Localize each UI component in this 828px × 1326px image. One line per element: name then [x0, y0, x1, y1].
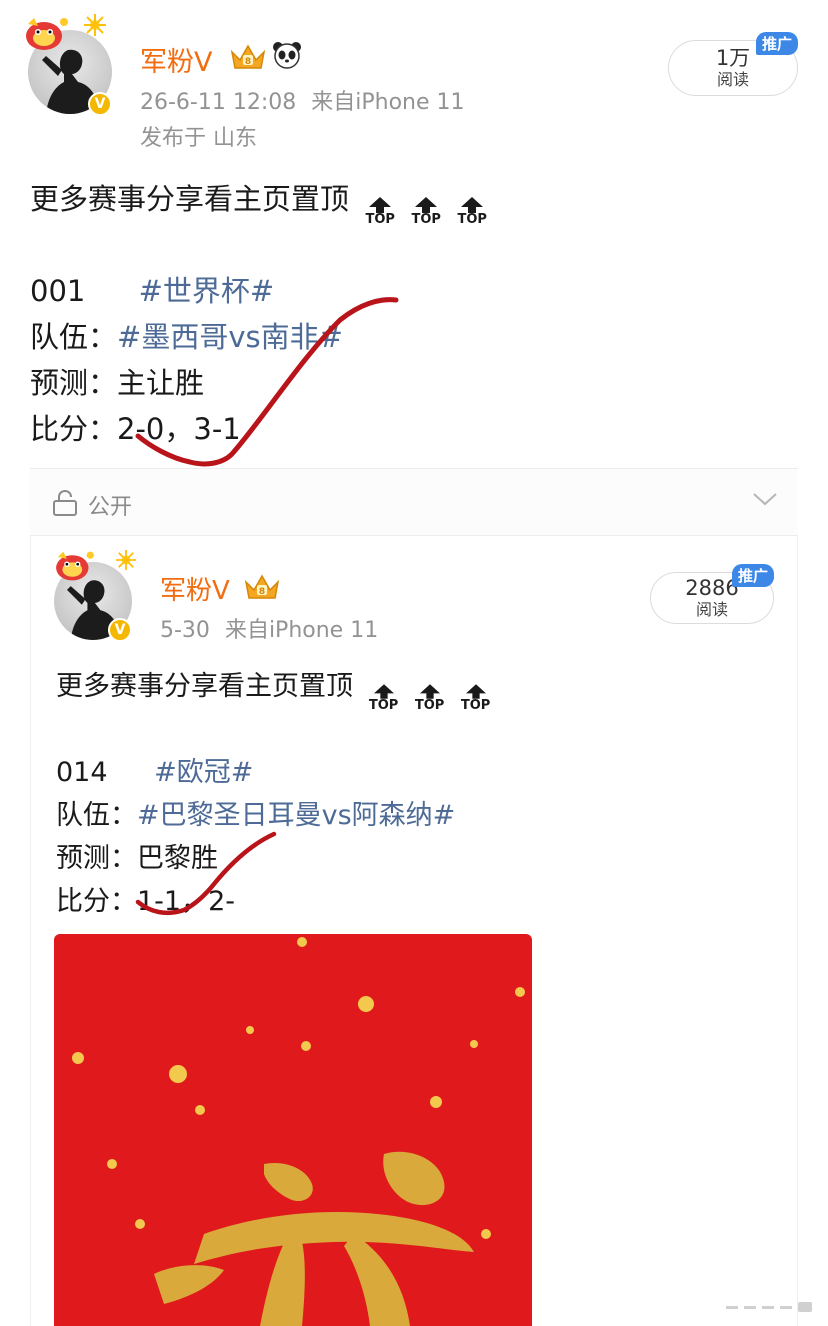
top-label: TOP: [457, 212, 487, 227]
match-number-line: 014 #欧冠#: [56, 750, 253, 789]
teams-label: 队伍：: [56, 800, 137, 831]
post-headline: 更多赛事分享看主页置顶 TOP TOP TOP: [56, 664, 492, 712]
top-icons: TOP TOP TOP: [364, 197, 488, 226]
svg-text:8: 8: [259, 587, 265, 597]
promo-badge[interactable]: 推广: [732, 564, 775, 587]
top-label: TOP: [368, 698, 399, 713]
avatar[interactable]: V: [26, 14, 112, 116]
score-value: 2-0，3-1: [117, 412, 241, 446]
teams-label: 队伍：: [30, 320, 118, 354]
score-line: 比分：1-1，2-: [56, 879, 235, 918]
avatar[interactable]: V: [54, 550, 136, 642]
headline-text: 更多赛事分享看主页置顶: [30, 182, 350, 216]
event-hashtag[interactable]: #欧冠#: [154, 757, 253, 788]
post-meta: 5-30 来自iPhone 11: [160, 612, 378, 644]
score-line: 比分：2-0，3-1: [30, 406, 241, 448]
prediction-label: 预测：: [56, 843, 137, 874]
sparkle-icon: [116, 550, 136, 570]
privacy-label: 公开: [88, 495, 133, 520]
lock-icon: [53, 489, 77, 516]
svg-text:8: 8: [245, 57, 251, 67]
prediction-value: 巴黎胜: [137, 843, 218, 874]
post-image[interactable]: [54, 934, 532, 1326]
top-label: TOP: [411, 212, 441, 227]
score-label: 比分：: [30, 412, 118, 446]
post-meta: 26-6-11 12:08 来自iPhone 11: [140, 84, 465, 116]
verified-badge-icon: V: [88, 92, 112, 116]
post-location: 发布于 山东: [140, 126, 257, 151]
top-arrow-icon: TOP: [410, 197, 442, 226]
prediction-line: 预测：主让胜: [30, 360, 204, 402]
teams-line: 队伍：#巴黎圣日耳曼vs阿森纳#: [56, 793, 455, 832]
post-headline: 更多赛事分享看主页置顶 TOP TOP TOP: [30, 176, 488, 226]
lion-dance-decoration-icon: [26, 18, 68, 50]
top-arrow-icon: TOP: [414, 684, 446, 712]
score-value: 1-1，2-: [137, 886, 236, 917]
sparkle-icon: [84, 14, 106, 36]
prediction-line: 预测：巴黎胜: [56, 836, 218, 875]
event-hashtag[interactable]: #世界杯#: [139, 274, 275, 308]
top-label: TOP: [460, 698, 491, 713]
prediction-value: 主让胜: [117, 366, 205, 400]
verified-badge-icon: V: [108, 618, 132, 642]
top-arrow-icon: TOP: [368, 684, 400, 712]
top-arrow-icon: TOP: [460, 684, 492, 712]
promo-badge[interactable]: 推广: [756, 32, 799, 55]
post-card-1: V 军粉V 8 26-6-11 12:08 来自iPhone 11 发布于 山东…: [0, 0, 828, 470]
username[interactable]: 军粉V: [160, 570, 230, 607]
top-icons: TOP TOP TOP: [368, 684, 492, 712]
crown-icon: 8: [244, 574, 280, 599]
teams-line: 队伍：#墨西哥vs南非#: [30, 314, 343, 356]
match-number-line: 001 #世界杯#: [30, 268, 274, 310]
post-source: 来自iPhone 11: [224, 618, 379, 643]
top-arrow-icon: TOP: [456, 197, 488, 226]
top-arrow-icon: TOP: [364, 197, 396, 226]
top-label: TOP: [414, 698, 445, 713]
views-label: 阅读: [716, 70, 749, 89]
post-timestamp: 5-30: [160, 618, 210, 643]
chevron-down-icon[interactable]: [752, 491, 778, 507]
watermark: [726, 1302, 812, 1312]
crown-icon: 8: [230, 44, 266, 69]
panda-icon: [273, 42, 301, 69]
teams-hashtag[interactable]: #巴黎圣日耳曼vs阿森纳#: [137, 800, 455, 831]
headline-text: 更多赛事分享看主页置顶: [56, 671, 353, 702]
privacy-bar[interactable]: 公开: [30, 468, 798, 536]
match-number: 001: [30, 274, 86, 308]
gold-calligraphy-image: [72, 937, 525, 1326]
prediction-label: 预测：: [30, 366, 118, 400]
top-label: TOP: [365, 212, 395, 227]
teams-hashtag[interactable]: #墨西哥vs南非#: [117, 320, 343, 354]
match-number: 014: [56, 757, 108, 788]
post-source: 来自iPhone 11: [311, 90, 465, 115]
username[interactable]: 军粉V: [140, 40, 212, 79]
score-label: 比分：: [56, 886, 137, 917]
lion-dance-decoration-icon: [56, 551, 94, 581]
views-label: 阅读: [695, 600, 728, 619]
post-timestamp: 26-6-11 12:08: [140, 90, 297, 115]
